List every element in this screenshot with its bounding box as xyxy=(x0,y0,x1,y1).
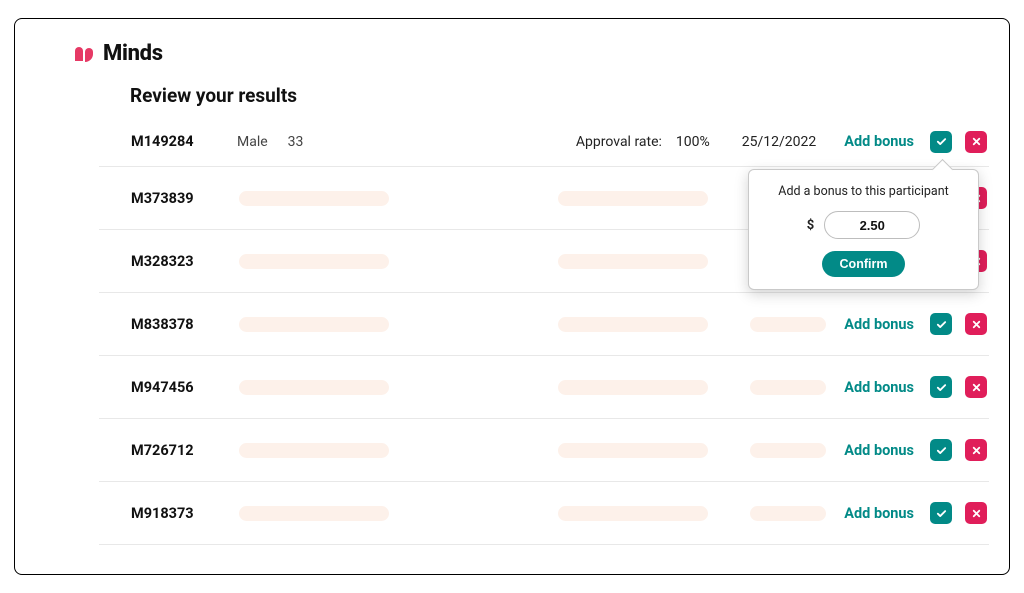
placeholder-block xyxy=(558,380,708,395)
x-icon xyxy=(971,319,982,330)
add-bonus-link[interactable]: Add bonus xyxy=(844,379,914,396)
placeholder-block xyxy=(558,191,708,206)
placeholder-block xyxy=(558,317,708,332)
add-bonus-link[interactable]: Add bonus xyxy=(844,133,914,150)
approval-rate-label: Approval rate: xyxy=(576,134,662,150)
participant-row: M149284 Male 33 Approval rate: 100% 25/1… xyxy=(99,125,989,167)
placeholder-block xyxy=(750,380,826,395)
reject-button[interactable] xyxy=(965,502,987,524)
check-icon xyxy=(936,382,947,393)
participant-row: M726712 Add bonus xyxy=(99,419,989,482)
add-bonus-link[interactable]: Add bonus xyxy=(844,442,914,459)
page-frame: Minds Review your results M149284 Male 3… xyxy=(14,18,1010,575)
placeholder-block xyxy=(239,191,389,206)
page-title: Review your results xyxy=(130,84,989,107)
currency-symbol: $ xyxy=(807,218,814,233)
participant-id: M328323 xyxy=(131,253,221,270)
approve-button[interactable] xyxy=(930,313,952,335)
reject-button[interactable] xyxy=(965,313,987,335)
minds-logo-icon xyxy=(75,47,93,61)
placeholder-block xyxy=(239,443,389,458)
approve-button[interactable] xyxy=(930,131,952,153)
check-icon xyxy=(936,136,947,147)
participant-id: M726712 xyxy=(131,442,221,459)
check-icon xyxy=(936,445,947,456)
x-icon xyxy=(971,136,982,147)
add-bonus-link[interactable]: Add bonus xyxy=(844,316,914,333)
check-icon xyxy=(936,319,947,330)
placeholder-block xyxy=(239,506,389,521)
participant-row: M838378 Add bonus xyxy=(99,293,989,356)
placeholder-block xyxy=(750,317,826,332)
placeholder-block xyxy=(239,317,389,332)
placeholder-block xyxy=(750,443,826,458)
x-icon xyxy=(971,508,982,519)
brand-name: Minds xyxy=(103,41,163,66)
placeholder-block xyxy=(239,380,389,395)
participant-gender: Male xyxy=(237,134,268,150)
placeholder-block xyxy=(558,506,708,521)
participant-id: M373839 xyxy=(131,190,221,207)
approve-button[interactable] xyxy=(930,502,952,524)
add-bonus-link[interactable]: Add bonus xyxy=(844,505,914,522)
confirm-button[interactable]: Confirm xyxy=(822,251,906,277)
brand-header: Minds xyxy=(75,41,989,66)
bonus-input-row: $ xyxy=(763,211,964,239)
placeholder-block xyxy=(239,254,389,269)
check-icon xyxy=(936,508,947,519)
participant-row: M947456 Add bonus xyxy=(99,356,989,419)
participant-id: M149284 xyxy=(131,133,221,150)
bonus-popover-title: Add a bonus to this participant xyxy=(763,184,964,199)
placeholder-block xyxy=(750,506,826,521)
participant-age: 33 xyxy=(288,134,304,150)
reject-button[interactable] xyxy=(965,376,987,398)
approve-button[interactable] xyxy=(930,439,952,461)
bonus-popover: Add a bonus to this participant $ Confir… xyxy=(748,169,979,290)
reject-button[interactable] xyxy=(965,439,987,461)
x-icon xyxy=(971,445,982,456)
approval-rate-value: 100% xyxy=(676,134,710,150)
x-icon xyxy=(971,382,982,393)
reject-button[interactable] xyxy=(965,131,987,153)
placeholder-block xyxy=(558,254,708,269)
approval-date: 25/12/2022 xyxy=(742,134,817,150)
participant-id: M918373 xyxy=(131,505,221,522)
bonus-amount-input[interactable] xyxy=(824,211,920,239)
placeholder-block xyxy=(558,443,708,458)
participant-row: M918373 Add bonus xyxy=(99,482,989,545)
approve-button[interactable] xyxy=(930,376,952,398)
participant-id: M838378 xyxy=(131,316,221,333)
participant-id: M947456 xyxy=(131,379,221,396)
